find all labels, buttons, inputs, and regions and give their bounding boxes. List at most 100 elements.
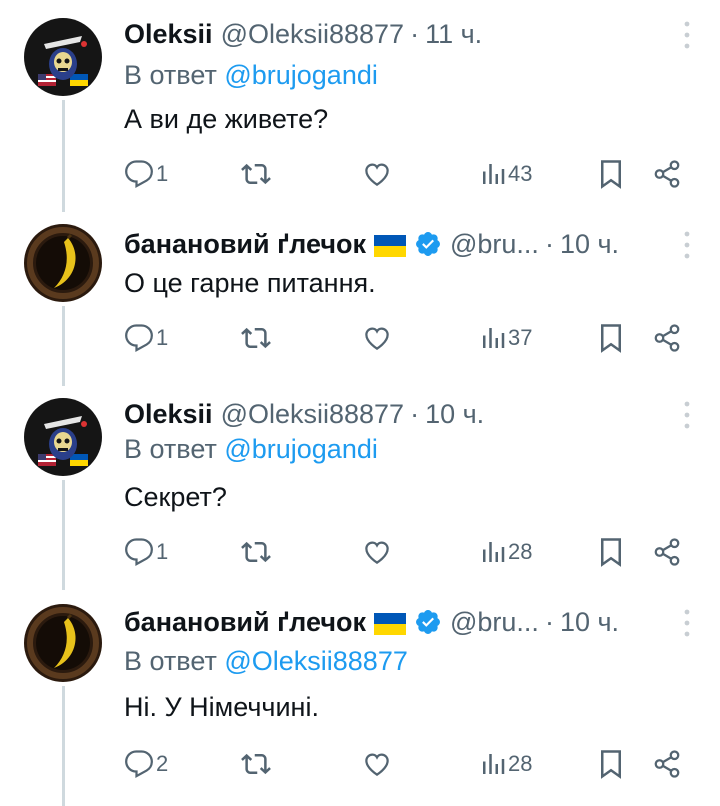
author-handle[interactable]: @Oleksii88877 xyxy=(221,399,405,430)
tweet-header: банановий ґлечок @bru... · 10 ч. xyxy=(124,224,686,264)
views-icon xyxy=(483,754,505,774)
avatar[interactable] xyxy=(24,18,102,96)
views-button[interactable]: 28 xyxy=(480,532,532,572)
views-icon xyxy=(483,328,505,348)
retweet-button[interactable] xyxy=(240,744,272,784)
tweet-header: Oleksii @Oleksii88877 · 10 ч. xyxy=(124,394,686,434)
heart-icon xyxy=(365,327,389,350)
views-count: 43 xyxy=(508,161,533,186)
retweet-button[interactable] xyxy=(240,154,272,194)
reply-button[interactable]: 1 xyxy=(124,154,168,194)
reply-button[interactable]: 1 xyxy=(124,318,168,358)
action-bar: 2 28 xyxy=(124,744,684,784)
bookmark-button[interactable] xyxy=(598,318,624,358)
like-button[interactable] xyxy=(362,532,392,572)
timestamp[interactable]: 10 ч. xyxy=(560,607,619,638)
reply-count: 2 xyxy=(156,751,169,776)
views-icon xyxy=(483,542,505,562)
views-icon xyxy=(483,164,505,184)
views-button[interactable]: 43 xyxy=(480,154,532,194)
tweet-header: Oleksii @Oleksii88877 · 11 ч. xyxy=(124,14,686,54)
timestamp[interactable]: 10 ч. xyxy=(560,229,619,260)
author-name[interactable]: банановий ґлечок xyxy=(124,229,366,260)
like-button[interactable] xyxy=(362,744,392,784)
reply-mention[interactable]: @brujogandi xyxy=(224,60,378,90)
action-bar: 1 37 xyxy=(124,318,684,358)
reply-context: В ответ @Oleksii88877 xyxy=(124,646,408,677)
reply-icon xyxy=(125,750,153,778)
tweet-text: Секрет? xyxy=(124,482,227,512)
like-button[interactable] xyxy=(362,318,392,358)
ukraine-flag-icon xyxy=(374,611,406,635)
tweet-text: О це гарне питання. xyxy=(124,268,376,298)
more-options-icon[interactable] xyxy=(684,20,690,50)
heart-icon xyxy=(365,541,389,564)
retweet-button[interactable] xyxy=(240,318,272,358)
bookmark-button[interactable] xyxy=(598,154,624,194)
reply-count: 1 xyxy=(156,161,169,186)
bookmark-button[interactable] xyxy=(598,744,624,784)
tweet[interactable]: Oleksii @Oleksii88877 · 11 ч. В ответ @b… xyxy=(0,12,720,202)
more-options-icon[interactable] xyxy=(684,400,690,430)
share-button[interactable] xyxy=(652,154,682,194)
bookmark-icon xyxy=(601,538,621,567)
views-count: 28 xyxy=(508,751,533,776)
tweet[interactable]: Oleksii @Oleksii88877 · 10 ч. В ответ @b… xyxy=(0,392,720,582)
tweet[interactable]: банановий ґлечок @bru... · 10 ч. В ответ… xyxy=(0,600,720,800)
reply-count: 1 xyxy=(156,325,169,350)
tweet-text: А ви де живете? xyxy=(124,104,329,134)
reply-button[interactable]: 2 xyxy=(124,744,168,784)
verified-badge-icon[interactable] xyxy=(414,608,442,636)
retweet-icon xyxy=(241,327,271,349)
reply-icon xyxy=(125,160,153,188)
reply-mention[interactable]: @Oleksii88877 xyxy=(224,646,408,676)
avatar[interactable] xyxy=(24,604,102,682)
author-handle[interactable]: @bru... xyxy=(450,229,539,260)
views-button[interactable]: 28 xyxy=(480,744,532,784)
author-name[interactable]: банановий ґлечок xyxy=(124,607,366,638)
reply-mention[interactable]: @brujogandi xyxy=(224,434,378,464)
author-name[interactable]: Oleksii xyxy=(124,19,213,50)
heart-icon xyxy=(365,163,389,186)
share-button[interactable] xyxy=(652,532,682,572)
reply-context: В ответ @brujogandi xyxy=(124,434,378,465)
reply-icon xyxy=(125,538,153,566)
retweet-icon xyxy=(241,541,271,563)
more-options-icon[interactable] xyxy=(684,230,690,260)
bookmark-icon xyxy=(601,750,621,779)
reply-prefix: В ответ xyxy=(124,434,217,464)
heart-icon xyxy=(365,753,389,776)
views-count: 28 xyxy=(508,539,533,564)
avatar[interactable] xyxy=(24,224,102,302)
retweet-icon xyxy=(241,753,271,775)
tweet[interactable]: банановий ґлечок @bru... · 10 ч. О це га… xyxy=(0,222,720,372)
views-button[interactable]: 37 xyxy=(480,318,532,358)
reply-icon xyxy=(125,324,153,352)
verified-badge-icon[interactable] xyxy=(414,230,442,258)
share-button[interactable] xyxy=(652,318,682,358)
reply-prefix: В ответ xyxy=(124,646,217,676)
ukraine-flag-icon xyxy=(374,233,406,257)
retweet-button[interactable] xyxy=(240,532,272,572)
reply-button[interactable]: 1 xyxy=(124,532,168,572)
author-handle[interactable]: @Oleksii88877 xyxy=(221,19,405,50)
reply-prefix: В ответ xyxy=(124,60,217,90)
bookmark-icon xyxy=(601,160,621,189)
action-bar: 1 28 xyxy=(124,532,684,572)
like-button[interactable] xyxy=(362,154,392,194)
timestamp[interactable]: 11 ч. xyxy=(425,19,482,50)
author-name[interactable]: Oleksii xyxy=(124,399,213,430)
share-icon xyxy=(654,324,680,352)
timestamp[interactable]: 10 ч. xyxy=(425,399,484,430)
bookmark-button[interactable] xyxy=(598,532,624,572)
author-handle[interactable]: @bru... xyxy=(450,607,539,638)
views-count: 37 xyxy=(508,325,533,350)
separator-dot: · xyxy=(410,18,420,49)
reply-count: 1 xyxy=(156,539,169,564)
tweet-text: Ні. У Німеччині. xyxy=(124,692,319,722)
more-options-icon[interactable] xyxy=(684,608,690,638)
reply-context: В ответ @brujogandi xyxy=(124,60,378,91)
share-button[interactable] xyxy=(652,744,682,784)
avatar[interactable] xyxy=(24,398,102,476)
bookmark-icon xyxy=(601,324,621,353)
